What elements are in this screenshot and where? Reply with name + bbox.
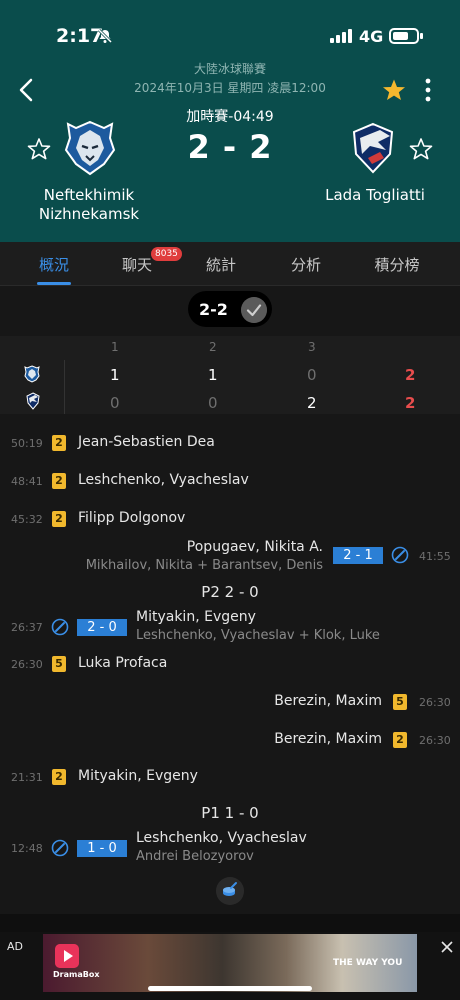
period-header-1: 1	[111, 340, 119, 354]
penalty-badge: 2	[52, 435, 66, 451]
player-name[interactable]: Luka Profaca	[78, 655, 167, 671]
event-time: 26:37	[11, 621, 43, 634]
network-label: 4G	[359, 27, 384, 46]
event-time: 26:30	[419, 734, 451, 747]
hockey-stick-icon	[391, 546, 409, 564]
penalty-badge: 2	[393, 732, 407, 748]
checkmark-icon[interactable]	[241, 297, 267, 323]
away-team-logo[interactable]	[350, 120, 396, 176]
event-time: 41:55	[419, 550, 451, 563]
period-header-3: 3	[308, 340, 316, 354]
player-name[interactable]: Jean-Sebastien Dea	[78, 434, 215, 450]
home-indicator[interactable]	[148, 986, 312, 991]
section-divider	[0, 914, 460, 932]
signal-icon	[330, 29, 352, 43]
penalty-badge: 2	[52, 769, 66, 785]
ad-slogan: THE WAY YOU	[333, 958, 403, 968]
goal-score-box: 1 - 0	[77, 840, 127, 857]
event-time: 26:30	[11, 658, 43, 671]
period-score-table	[0, 336, 460, 414]
goal-assist: Leshchenko, Vyacheslav + Klok, Luke	[136, 628, 380, 643]
tab-stats[interactable]: 統計	[186, 254, 256, 275]
dramabox-logo[interactable]	[55, 944, 79, 968]
match-detail-screen: 2:17 4G 大陸冰球聯賽 2024年10月3日 星期四 凌晨12:00 加時…	[0, 0, 460, 1000]
player-name[interactable]: Berezin, Maxim	[274, 731, 382, 747]
away-p3: 2	[307, 394, 317, 412]
event-time: 45:32	[11, 513, 43, 526]
away-p1: 0	[110, 394, 120, 412]
score-toggle-label: 2-2	[199, 300, 228, 319]
away-p2: 0	[208, 394, 218, 412]
home-p2: 1	[208, 366, 218, 384]
home-team-name[interactable]: Neftekhimik Nizhnekamsk	[28, 186, 150, 224]
tab-analysis[interactable]: 分析	[271, 254, 341, 275]
league-name: 大陸冰球聯賽	[193, 62, 266, 76]
goal-scorer[interactable]: Mityakin, Evgeny	[136, 609, 256, 625]
bell-muted-icon	[97, 28, 113, 44]
away-team-name[interactable]: Lada Togliatti	[300, 186, 450, 204]
player-name[interactable]: Mityakin, Evgeny	[78, 768, 198, 784]
close-icon[interactable]	[440, 940, 454, 954]
event-time: 50:19	[11, 437, 43, 450]
goal-scorer[interactable]: Popugaev, Nikita A.	[187, 539, 323, 555]
goal-score-box: 2 - 1	[333, 547, 383, 564]
penalty-badge: 2	[52, 511, 66, 527]
period-1-header: P1 1 - 0	[201, 804, 259, 822]
ad-label: AD	[7, 940, 23, 953]
home-team-logo[interactable]	[64, 120, 116, 176]
penalty-badge: 2	[52, 473, 66, 489]
event-time: 26:30	[419, 696, 451, 709]
away-row-logo	[26, 392, 40, 410]
tab-standings[interactable]: 積分榜	[362, 254, 432, 275]
player-name[interactable]: Berezin, Maxim	[274, 693, 382, 709]
goal-score-box: 2 - 0	[77, 619, 127, 636]
period-2-header: P2 2 - 0	[201, 583, 259, 601]
away-follow-star-icon[interactable]	[409, 137, 433, 161]
favorite-star-icon[interactable]	[382, 78, 406, 102]
event-time: 12:48	[11, 842, 43, 855]
player-name[interactable]: Filipp Dolgonov	[78, 510, 185, 526]
active-tab-indicator	[37, 282, 71, 285]
home-p1: 1	[110, 366, 120, 384]
hockey-stick-icon	[51, 839, 69, 857]
more-options-icon[interactable]	[424, 78, 432, 102]
status-bar: 2:17 4G	[0, 0, 460, 60]
hockey-stick-icon	[51, 618, 69, 636]
tab-bar: 概況 聊天 統計 分析 積分榜	[0, 242, 460, 286]
table-divider	[64, 360, 65, 414]
away-total: 2	[405, 394, 416, 412]
home-row-logo	[24, 365, 40, 383]
home-follow-star-icon[interactable]	[27, 137, 51, 161]
goal-scorer[interactable]: Leshchenko, Vyacheslav	[136, 830, 307, 846]
home-total: 2	[405, 366, 416, 384]
battery-cap	[420, 33, 423, 39]
event-time: 21:31	[11, 771, 43, 784]
goal-assist: Andrei Belozyorov	[136, 849, 254, 864]
home-p3: 0	[307, 366, 317, 384]
penalty-badge: 5	[393, 694, 407, 710]
period-header-2: 2	[209, 340, 217, 354]
game-start-puck-icon	[216, 877, 244, 905]
battery-icon	[389, 28, 419, 44]
tab-overview[interactable]: 概況	[19, 254, 89, 275]
goal-assist: Mikhailov, Nikita + Barantsev, Denis	[85, 558, 323, 573]
event-time: 48:41	[11, 475, 43, 488]
player-name[interactable]: Leshchenko, Vyacheslav	[78, 472, 249, 488]
ad-brand: DramaBox	[53, 970, 100, 979]
chat-count-badge: 8035	[151, 247, 182, 261]
penalty-badge: 5	[52, 656, 66, 672]
